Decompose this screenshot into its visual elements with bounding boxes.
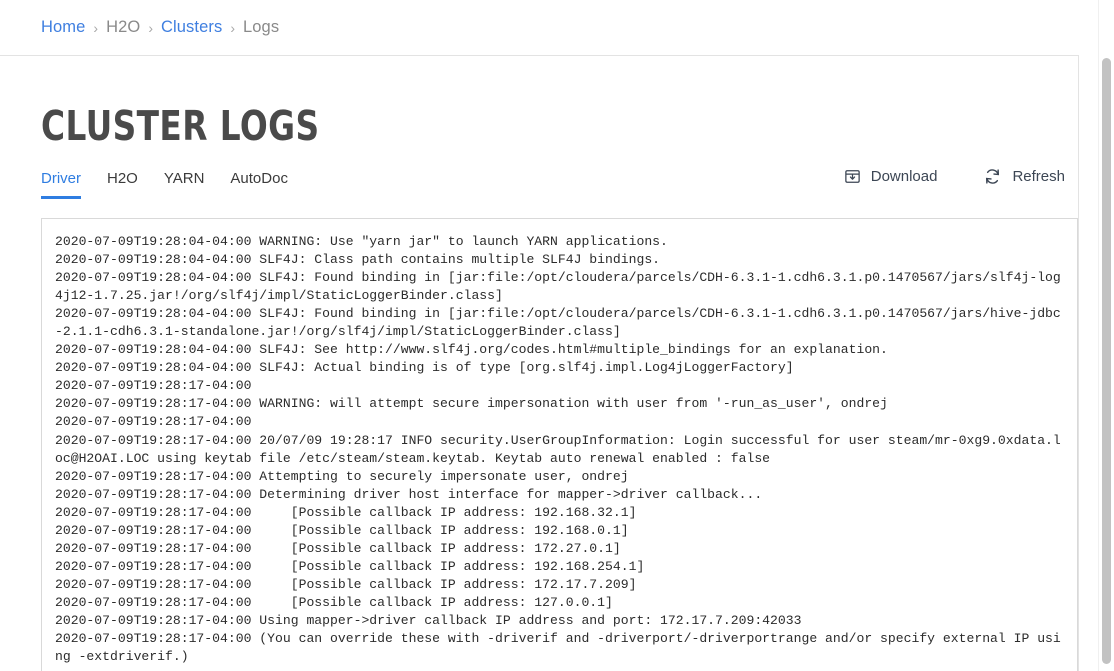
- tab-autodoc[interactable]: AutoDoc: [230, 170, 288, 199]
- refresh-button[interactable]: Refresh: [983, 167, 1065, 186]
- refresh-label: Refresh: [1012, 168, 1065, 185]
- breadcrumb-separator: ›: [148, 19, 153, 36]
- download-label: Download: [870, 168, 938, 185]
- tab-h2o[interactable]: H2O: [107, 170, 138, 199]
- breadcrumb-separator: ›: [93, 19, 99, 36]
- tab-yarn[interactable]: YARN: [164, 170, 205, 199]
- download-button[interactable]: Download: [844, 168, 938, 185]
- refresh-icon: [983, 167, 1002, 186]
- download-box-icon: [844, 168, 861, 185]
- tab-strip: Driver H2O YARN AutoDoc Download Refresh: [41, 167, 1065, 206]
- tab-list: Driver H2O YARN AutoDoc: [41, 170, 314, 199]
- breadcrumb-item-home[interactable]: Home: [41, 19, 85, 36]
- breadcrumb-separator: ›: [230, 19, 235, 36]
- breadcrumb-item-logs: Logs: [243, 18, 280, 37]
- breadcrumb-item-h2o[interactable]: H2O: [106, 19, 140, 36]
- log-output-panel[interactable]: 2020-07-09T19:28:04-04:00 WARNING: Use "…: [41, 218, 1078, 671]
- page-scrollbar-thumb[interactable]: [1102, 58, 1111, 664]
- breadcrumb-item-clusters[interactable]: Clusters: [161, 19, 222, 36]
- cluster-logs-page: Home › H2O › Clusters › Logs CLUSTER LOG…: [0, 0, 1114, 671]
- content-right-divider: [1078, 56, 1079, 671]
- breadcrumb: Home › H2O › Clusters › Logs: [0, 0, 1079, 56]
- tab-driver[interactable]: Driver: [41, 170, 81, 199]
- page-scrollbar[interactable]: [1098, 0, 1114, 671]
- log-text: 2020-07-09T19:28:04-04:00 WARNING: Use "…: [55, 234, 1061, 665]
- action-bar: Download Refresh: [844, 167, 1065, 186]
- page-title: CLUSTER LOGS: [41, 102, 320, 151]
